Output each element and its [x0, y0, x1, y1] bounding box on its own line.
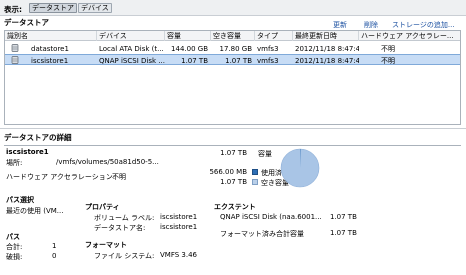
table-row[interactable]: datastore1 Local ATA Disk (t... 144.00 G…: [5, 43, 460, 54]
datastore-icon: [11, 56, 19, 64]
cell-hw-accel: 不明: [381, 45, 395, 53]
column-header-device[interactable]: デバイス: [97, 31, 165, 41]
used-legend-swatch: [252, 169, 258, 175]
format-title: フォーマット: [85, 241, 127, 249]
location-value: /vmfs/volumes/50a81d50-5...: [56, 158, 159, 166]
volume-label-value: iscsistore1: [160, 213, 198, 221]
cell-free: 1.07 TB: [225, 57, 252, 65]
cell-updated: 2012/11/18 8:47:49: [295, 45, 359, 53]
details-total-capacity: 1.07 TB: [220, 149, 247, 157]
cell-name: datastore1: [31, 45, 69, 53]
paths-broken-value: 0: [52, 252, 57, 260]
view-toolbar: 表示: データストア デバイス: [0, 0, 466, 16]
capacity-pie-chart: [280, 148, 320, 188]
table-row-selected[interactable]: iscsistore1 QNAP iSCSI Disk ... 1.07 TB …: [5, 54, 460, 65]
extent-item[interactable]: QNAP iSCSI Disk (naa.6001...: [220, 213, 322, 221]
column-header-hw-accel[interactable]: ハードウェア アクセラレー...: [359, 31, 460, 41]
extents-title: エクステント: [214, 203, 256, 211]
details-datastore-name: iscsistore1: [6, 148, 49, 156]
datastore-name-label: データストア名:: [94, 224, 146, 232]
formatted-total-value: 1.07 TB: [330, 229, 357, 237]
datastore-icon: [11, 44, 19, 52]
section-divider: [0, 128, 466, 129]
cell-name: iscsistore1: [31, 57, 69, 65]
view-label: 表示:: [4, 5, 22, 14]
column-header-type[interactable]: タイプ: [255, 31, 293, 41]
location-label: 場所:: [6, 159, 23, 167]
details-section-title: データストアの詳細: [4, 133, 72, 142]
hw-accel-value: 不明: [112, 173, 126, 181]
extent-item-value: 1.07 TB: [330, 213, 357, 221]
volume-label-label: ボリューム ラベル:: [94, 214, 155, 222]
cell-capacity: 1.07 TB: [181, 57, 208, 65]
refresh-link[interactable]: 更新: [333, 20, 347, 30]
add-storage-link[interactable]: ストレージの追加...: [392, 20, 455, 30]
column-header-free[interactable]: 空き容量: [211, 31, 255, 41]
delete-link[interactable]: 削除: [364, 20, 378, 30]
paths-broken-label: 破損:: [6, 253, 23, 261]
properties-title: プロパティ: [85, 203, 120, 211]
cell-type: vmfs3: [257, 57, 279, 65]
file-system-value: VMFS 3.46: [160, 251, 197, 259]
datastores-table: 識別名 デバイス 容量 空き容量 タイプ 最終更新日時 ハードウェア アクセラレ…: [4, 30, 461, 125]
table-header: 識別名 デバイス 容量 空き容量 タイプ 最終更新日時 ハードウェア アクセラレ…: [5, 31, 460, 41]
cell-updated: 2012/11/18 8:47:49: [295, 57, 359, 65]
view-datastores-button[interactable]: データストア: [29, 3, 77, 13]
view-devices-button[interactable]: デバイス: [78, 3, 112, 13]
free-legend-swatch: [252, 179, 258, 185]
cell-hw-accel: 不明: [381, 57, 395, 65]
cell-capacity: 144.00 GB: [171, 45, 208, 53]
column-header-capacity[interactable]: 容量: [165, 31, 211, 41]
free-value: 1.07 TB: [220, 178, 247, 186]
paths-total-label: 合計:: [6, 243, 23, 251]
file-system-label: ファイル システム:: [94, 252, 155, 260]
datastore-name-value: iscsistore1: [160, 223, 198, 231]
cell-device: Local ATA Disk (t...: [99, 45, 164, 53]
used-value: 566.00 MB: [209, 168, 247, 176]
cell-free: 17.80 GB: [219, 45, 253, 53]
details-capacity-label: 容量: [258, 150, 272, 158]
hw-accel-label: ハードウェア アクセラレーション:: [6, 173, 116, 181]
path-selection-value: 最近の使用 (VM...: [6, 207, 64, 215]
column-header-name[interactable]: 識別名: [5, 31, 97, 41]
cell-device: QNAP iSCSI Disk ...: [99, 57, 165, 65]
column-header-updated[interactable]: 最終更新日時: [293, 31, 359, 41]
paths-total-value: 1: [52, 242, 57, 250]
datastore-details-panel: iscsistore1 1.07 TB 容量 場所: /vmfs/volumes…: [4, 145, 461, 271]
path-selection-title: パス選択: [6, 196, 34, 204]
cell-type: vmfs3: [257, 45, 279, 53]
paths-title: パス: [6, 233, 20, 241]
formatted-total-label: フォーマット済み合計容量: [220, 230, 304, 238]
